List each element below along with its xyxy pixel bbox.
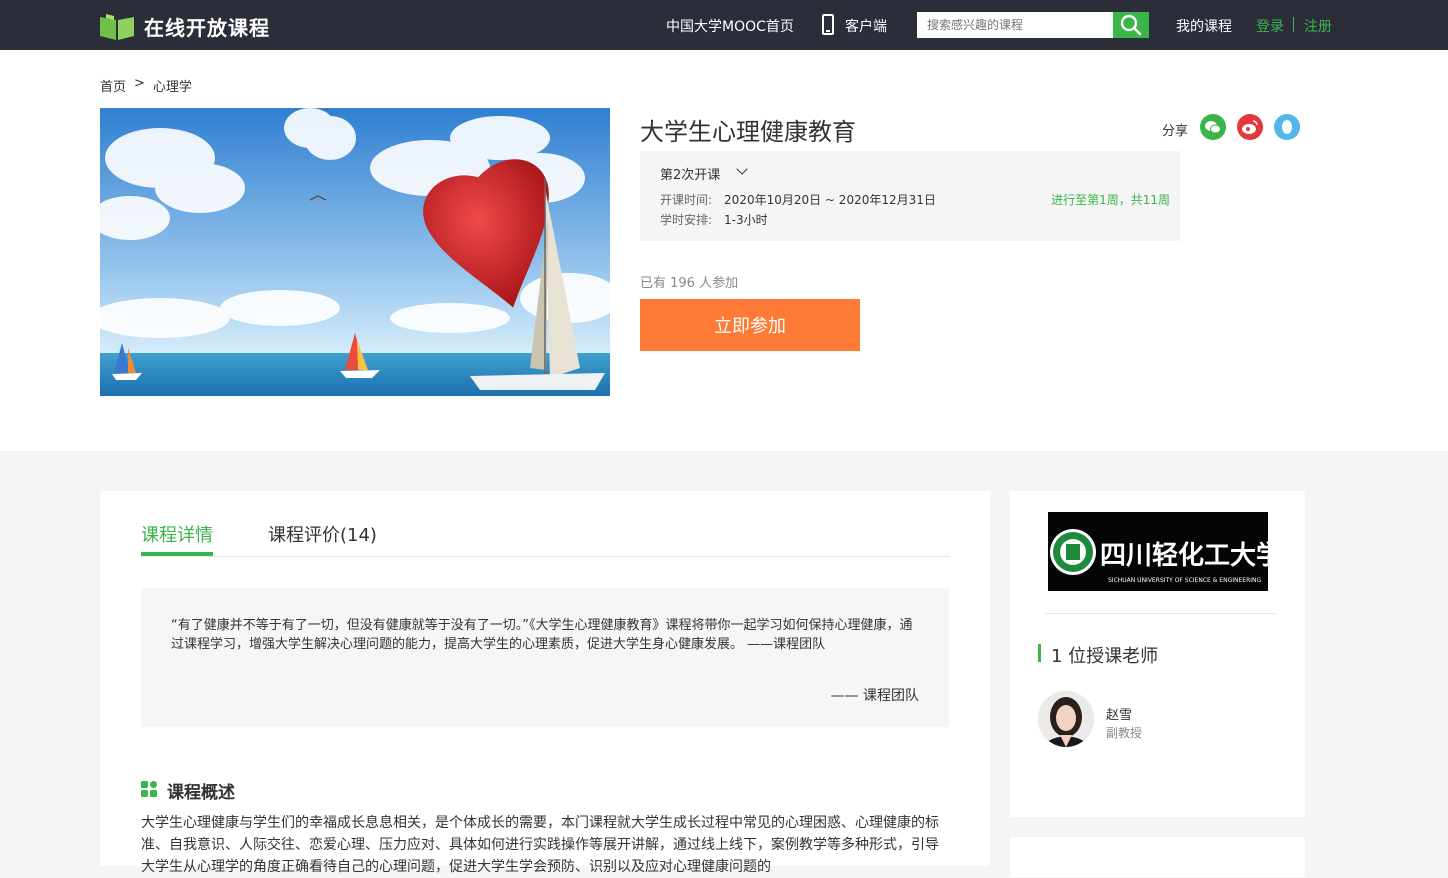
tab-course-details[interactable]: 课程详情: [141, 521, 213, 547]
teacher-count: 1 位授课老师: [1051, 646, 1159, 667]
sidebar-card-secondary: [1010, 837, 1305, 877]
open-time-label: 开课时间:: [660, 193, 713, 207]
course-progress: 进行至第1周，共11周: [1051, 193, 1170, 207]
teacher-name[interactable]: 赵雪: [1106, 704, 1132, 723]
open-time-value: 2020年10月20日 ~ 2020年12月31日: [724, 193, 936, 207]
auth-divider: [1293, 17, 1294, 32]
login-link[interactable]: 登录: [1256, 16, 1284, 36]
school-logo-en: SICHUAN UNIVERSITY OF SCIENCE & ENGINEER…: [1108, 577, 1261, 584]
teacher-sidebar: 四川轻化工大学 SICHUAN UNIVERSITY OF SCIENCE & …: [1010, 491, 1305, 817]
hours-value: 1-3小时: [724, 213, 768, 227]
hours-label: 学时安排:: [660, 213, 713, 227]
overview-text: 大学生心理健康与学生们的幸福成长息息相关，是个体成长的需要，本门课程就大学生成长…: [141, 815, 939, 875]
term-info-panel: 第2次开课 开课时间: 2020年10月20日 ~ 2020年12月31日 学时安…: [640, 151, 1180, 241]
hours-row: 学时安排: 1-3小时: [660, 211, 768, 228]
breadcrumb-separator: >: [134, 76, 145, 91]
weibo-share-icon[interactable]: [1237, 114, 1263, 140]
search-icon: [1120, 14, 1142, 36]
site-name: 在线开放课程: [144, 16, 270, 40]
tabs-divider: [141, 556, 950, 557]
enrolled-count: 已有 196 人参加: [640, 276, 739, 291]
top-navbar: 在线开放课程 中国大学MOOC首页 客户端 我的课程 登录 注册: [0, 0, 1448, 50]
overview-title: 课程概述: [167, 783, 235, 803]
teacher-avatar[interactable]: [1038, 691, 1094, 747]
teacher-heading-marker: [1038, 644, 1041, 662]
sidebar-divider: [1045, 613, 1276, 614]
course-header: 首页 > 心理学 大学生心理健康教育 分享 第2次开课 开课时间: 2020年1…: [0, 50, 1448, 451]
mooc-home-link[interactable]: 中国大学MOOC首页: [666, 16, 794, 36]
my-courses-link[interactable]: 我的课程: [1176, 16, 1232, 36]
teacher-title: 副教授: [1106, 726, 1143, 740]
term-selector[interactable]: 第2次开课: [660, 164, 720, 183]
register-link[interactable]: 注册: [1304, 16, 1332, 36]
breadcrumb-home[interactable]: 首页: [100, 76, 126, 95]
search-button[interactable]: [1113, 12, 1149, 38]
course-detail-card: 课程详情 课程评价(14) “有了健康并不等于有了一切，但没有健康就等于没有了一…: [100, 491, 990, 875]
tab-course-reviews[interactable]: 课程评价(14): [268, 521, 377, 547]
search-input[interactable]: [917, 12, 1113, 38]
chevron-down-icon[interactable]: [736, 163, 748, 175]
client-link[interactable]: 客户端: [845, 16, 887, 36]
mobile-phone-icon: [822, 14, 834, 35]
breadcrumb: 首页 > 心理学: [100, 76, 192, 95]
quote-text: “有了健康并不等于有了一切，但没有健康就等于没有了一切。”《大学生心理健康教育》…: [171, 618, 913, 652]
open-time-row: 开课时间: 2020年10月20日 ~ 2020年12月31日: [660, 191, 936, 208]
breadcrumb-category[interactable]: 心理学: [153, 76, 192, 95]
active-tab-indicator: [141, 552, 213, 556]
book-logo-icon: [100, 13, 134, 40]
join-course-button[interactable]: 立即参加: [640, 299, 860, 351]
school-logo[interactable]: 四川轻化工大学 SICHUAN UNIVERSITY OF SCIENCE & …: [1048, 512, 1282, 591]
share-label: 分享: [1162, 124, 1189, 139]
grid-section-icon: [141, 781, 157, 797]
course-cover-image: [100, 108, 610, 396]
quote-signature: —— 课程团队: [830, 688, 919, 704]
course-title: 大学生心理健康教育: [640, 118, 856, 146]
site-logo[interactable]: 在线开放课程: [100, 12, 270, 41]
school-logo-text: 四川轻化工大学: [1100, 540, 1268, 571]
course-quote: “有了健康并不等于有了一切，但没有健康就等于没有了一切。”《大学生心理健康教育》…: [141, 588, 949, 727]
wechat-share-icon[interactable]: [1200, 114, 1226, 140]
qq-share-icon[interactable]: [1274, 114, 1300, 140]
